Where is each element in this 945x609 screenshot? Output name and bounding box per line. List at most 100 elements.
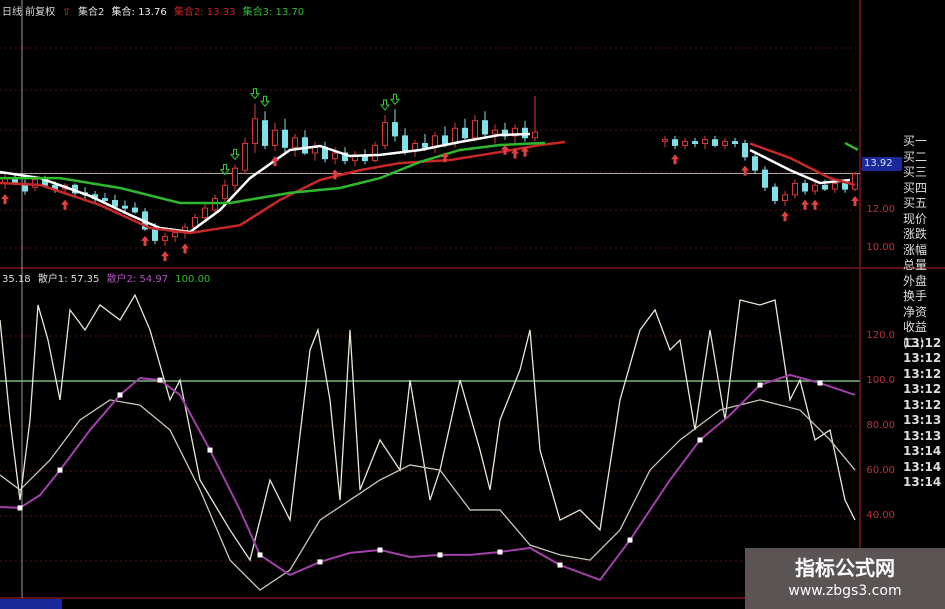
up-arrow-icon: ⇧ (62, 7, 71, 18)
retail1-value: 散户1: 57.35 (37, 274, 100, 285)
candle-up (702, 139, 708, 144)
quote-label: 买四 (903, 180, 928, 195)
buy-arrow-icon (61, 199, 69, 210)
retail2-marker (757, 382, 763, 388)
candle-up (682, 141, 688, 146)
quote-label: 买一 (903, 134, 928, 148)
osc-tick-120: 120.0 (866, 330, 895, 341)
quote-label: 现价 (903, 211, 928, 226)
buy-arrow-icon (811, 199, 819, 210)
buy-arrow-icon (141, 235, 149, 246)
retail2-marker (17, 505, 23, 511)
osc-value0: 35.18 (2, 274, 31, 285)
candle-down (842, 182, 848, 190)
candle-up (662, 139, 668, 143)
candle-up (162, 236, 168, 241)
quote-side-panel: 买一 买二 买三 买四 买五 现价 涨跌 涨幅 总量 外盘 换手 净资 收益(二) 13:12 13:12 1… (903, 134, 945, 491)
candle-up (292, 137, 298, 148)
set2-value: 集合2: 13.33 (173, 7, 236, 18)
candle-down (302, 137, 308, 154)
buy-arrow-icon (161, 251, 169, 262)
level-value: 100.00 (175, 274, 211, 285)
candle-down (742, 143, 748, 158)
candle-down (112, 200, 118, 207)
osc-tick-40: 40.00 (866, 510, 895, 521)
candle-down (712, 139, 718, 146)
trade-time: 13:14 (903, 444, 942, 458)
candle-up (452, 127, 458, 145)
price-tick-10: 10.00 (866, 242, 895, 253)
candle-down (732, 141, 738, 145)
candle-down (262, 120, 268, 146)
retail2-marker (557, 562, 563, 568)
price-tick-12: 12.00 (866, 204, 895, 215)
date-indicator (0, 599, 62, 609)
retail2-marker (157, 377, 163, 383)
candle-up (272, 129, 278, 146)
candle-down (692, 141, 698, 145)
oscillator-line (0, 399, 856, 591)
candle-down (672, 139, 678, 146)
buy-arrow-icon (671, 154, 679, 165)
buy-arrow-icon (181, 243, 189, 254)
stock-chart-window: 日线 前复权 ⇧ 集合2 集合: 13.76 集合2: 13.33 集合3: 1… (0, 0, 945, 609)
quote-label: 买五 (903, 196, 928, 210)
candle-up (222, 184, 228, 200)
retail2-marker (57, 467, 63, 473)
quote-label: 收益(二) (903, 320, 928, 350)
set-value: 集合: 13.76 (111, 7, 167, 18)
trade-time: 13:12 (903, 366, 942, 381)
candle-up (782, 194, 788, 202)
candle-up (172, 232, 178, 238)
candle-down (282, 129, 288, 148)
sell-arrow-icon (389, 93, 401, 106)
retail2-marker (257, 552, 263, 558)
buy-arrow-icon (1, 194, 9, 205)
retail2-value: 散户2: 54.97 (106, 274, 169, 285)
candle-down (822, 184, 828, 190)
watermark: 指标公式网 www.zbgs3.com (745, 548, 945, 609)
trade-time: 13:12 (903, 382, 942, 396)
candle-up (832, 182, 838, 190)
watermark-title: 指标公式网 (795, 556, 895, 580)
sell-arrow-icon (379, 99, 391, 111)
quote-label: 买三 (903, 165, 928, 179)
candle-down (762, 169, 768, 188)
candle-up (332, 152, 338, 160)
quote-label: 涨幅 (903, 242, 928, 257)
candle-down (422, 143, 428, 148)
candle-up (722, 141, 728, 146)
period-label[interactable]: 日线 前复权 (2, 7, 55, 18)
osc-tick-100: 100.0 (866, 375, 895, 386)
candle-up (492, 129, 498, 135)
trade-time: 13:12 (903, 351, 942, 365)
candle-down (102, 198, 108, 202)
candle-up (792, 182, 798, 196)
candle-down (402, 135, 408, 152)
candle-down (442, 135, 448, 144)
quote-label: 买二 (903, 149, 928, 164)
buy-arrow-icon (781, 211, 789, 222)
chart-canvas[interactable] (0, 0, 945, 609)
candle-up (472, 120, 478, 139)
trade-time: 13:13 (903, 428, 942, 443)
osc-tick-60: 60.00 (866, 465, 895, 476)
candle-down (482, 120, 488, 135)
retail2-marker (697, 437, 703, 443)
candle-up (212, 198, 218, 211)
candle-up (852, 173, 858, 190)
candle-up (232, 167, 238, 186)
trade-time: 13:14 (903, 459, 942, 474)
candle-down (122, 205, 128, 209)
quote-label: 净资 (903, 304, 928, 319)
buy-arrow-icon (741, 165, 749, 176)
set3-value: 集合3: 13.70 (242, 7, 305, 18)
buy-arrow-icon (851, 196, 859, 206)
current-price-marker: 13.92 (862, 157, 902, 171)
retail2-marker (497, 549, 503, 555)
quote-label: 外盘 (903, 273, 928, 288)
osc-tick-80: 80.00 (866, 420, 895, 431)
retail2-marker (437, 552, 443, 558)
candle-down (462, 127, 468, 139)
retail2-marker (117, 392, 123, 398)
